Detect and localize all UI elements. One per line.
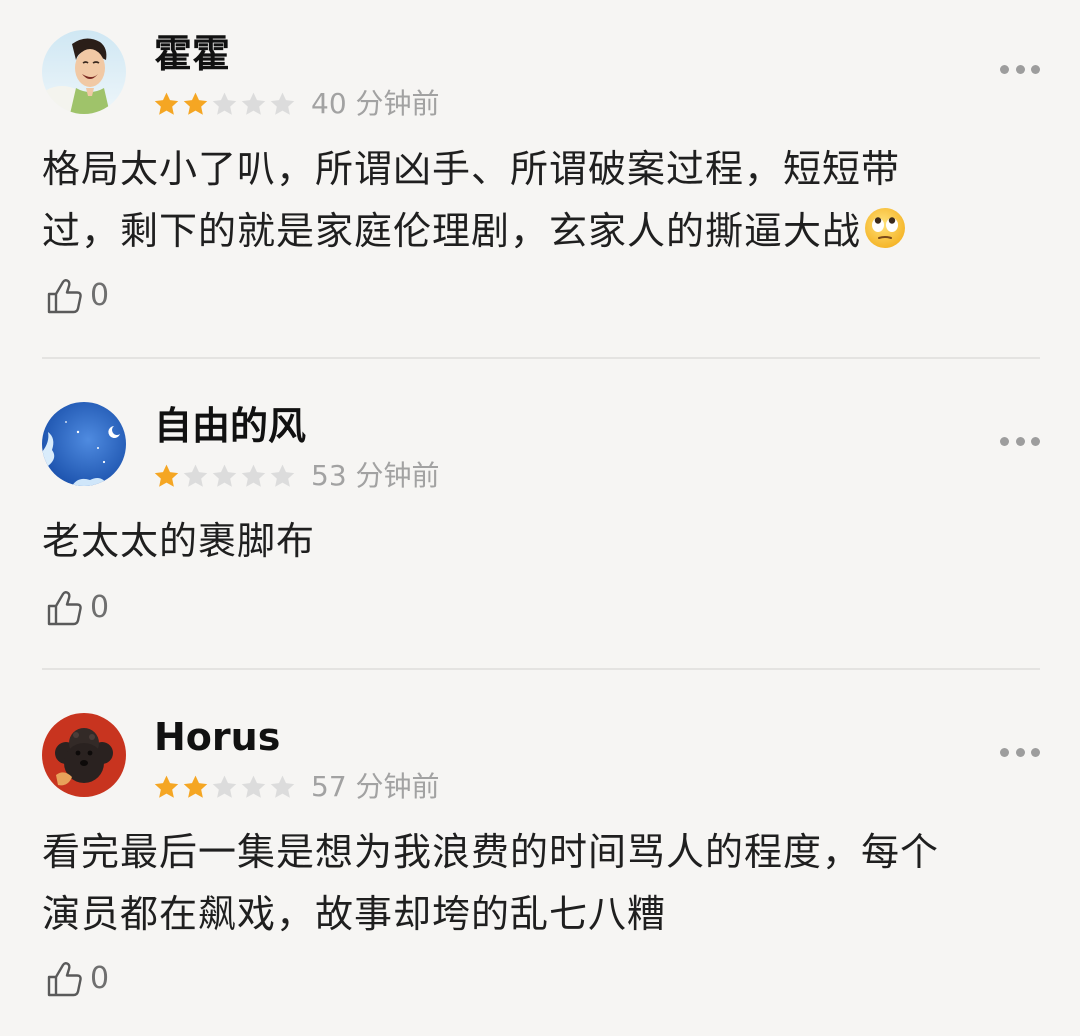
like-button[interactable]: 0 [44, 274, 109, 318]
more-dot-icon [1015, 64, 1025, 74]
comment-text-line: 过，剩下的就是家庭伦理剧，玄家人的撕逼大战 [42, 209, 862, 253]
star-rating [152, 773, 297, 802]
user-name[interactable]: Horus [154, 711, 280, 763]
thumbs-up-icon [47, 591, 82, 626]
star-empty-icon [210, 462, 239, 491]
rating-row: 57 分钟前 [152, 769, 440, 805]
star-filled-icon [181, 90, 210, 119]
thumbs-up-icon [47, 962, 82, 997]
star-empty-icon [268, 90, 297, 119]
comment-text-line: 老太太的裹脚布 [42, 519, 316, 563]
star-filled-icon [152, 462, 181, 491]
star-empty-icon [210, 773, 239, 802]
star-empty-icon [268, 773, 297, 802]
more-options-button[interactable] [1000, 60, 1040, 78]
comment-divider [42, 668, 1040, 670]
star-filled-icon [181, 773, 210, 802]
comment-time: 40 分钟前 [311, 87, 440, 120]
star-rating [152, 462, 297, 491]
more-options-button[interactable] [1000, 743, 1040, 761]
eye-roll-emoji-icon [863, 206, 907, 250]
more-dot-icon [1000, 64, 1009, 74]
comment-list: 霍霍 40 分钟前 格局太小了叭，所谓凶手、所谓破案过程，短短带 过，剩下的就是… [0, 0, 1080, 1036]
like-count: 0 [90, 590, 110, 625]
comment-text: 看完最后一集是想为我浪费的时间骂人的程度，每个 演员都在飙戏，故事却垮的乱七八糟 [42, 821, 1012, 945]
comment-item: 霍霍 40 分钟前 格局太小了叭，所谓凶手、所谓破案过程，短短带 过，剩下的就是… [0, 0, 1080, 358]
star-filled-icon [152, 773, 181, 802]
comment-text-line: 看完最后一集是想为我浪费的时间骂人的程度，每个 [42, 830, 940, 874]
like-button[interactable]: 0 [44, 586, 109, 630]
comment-text: 老太太的裹脚布 [42, 510, 1012, 572]
thumbs-up-icon [47, 279, 82, 314]
comment-text-line: 演员都在飙戏，故事却垮的乱七八糟 [42, 892, 667, 936]
user-avatar[interactable] [42, 30, 126, 114]
more-dot-icon [1000, 747, 1009, 757]
avatar-black-poodle-icon [42, 713, 126, 797]
more-dot-icon [1031, 436, 1040, 446]
more-dot-icon [1031, 64, 1040, 74]
rating-row: 40 分钟前 [152, 86, 440, 122]
star-empty-icon [268, 462, 297, 491]
more-dot-icon [1031, 747, 1040, 757]
comment-divider [42, 357, 1040, 359]
comment-time: 53 分钟前 [311, 459, 440, 492]
user-avatar[interactable] [42, 713, 126, 797]
avatar-blue-moon-sky-icon [42, 402, 126, 486]
star-empty-icon [210, 90, 239, 119]
star-empty-icon [239, 773, 268, 802]
more-options-button[interactable] [1000, 432, 1040, 450]
like-button[interactable]: 0 [44, 957, 109, 1001]
comment-text-line-with-emoji: 过，剩下的就是家庭伦理剧，玄家人的撕逼大战 [42, 200, 1012, 262]
more-dot-icon [1015, 747, 1025, 757]
more-dot-icon [1015, 436, 1025, 446]
user-avatar[interactable] [42, 402, 126, 486]
like-count: 0 [90, 961, 110, 996]
comment-text: 格局太小了叭，所谓凶手、所谓破案过程，短短带 过，剩下的就是家庭伦理剧，玄家人的… [42, 138, 1012, 262]
more-dot-icon [1000, 436, 1009, 446]
comment-text-line: 格局太小了叭，所谓凶手、所谓破案过程，短短带 [42, 147, 901, 191]
comment-time: 57 分钟前 [311, 770, 440, 803]
star-empty-icon [239, 462, 268, 491]
comment-item: 自由的风 53 分钟前 老太太的裹脚布 0 [0, 372, 1080, 670]
star-empty-icon [181, 462, 210, 491]
star-rating [152, 90, 297, 119]
user-name[interactable]: 自由的风 [154, 400, 306, 452]
star-filled-icon [152, 90, 181, 119]
user-name[interactable]: 霍霍 [154, 28, 230, 80]
avatar-laughing-man-icon [42, 30, 126, 114]
star-empty-icon [239, 90, 268, 119]
comment-item: Horus 57 分钟前 看完最后一集是想为我浪费的时间骂人的程度，每个 演员都… [0, 683, 1080, 1036]
rating-row: 53 分钟前 [152, 458, 440, 494]
like-count: 0 [90, 278, 110, 313]
